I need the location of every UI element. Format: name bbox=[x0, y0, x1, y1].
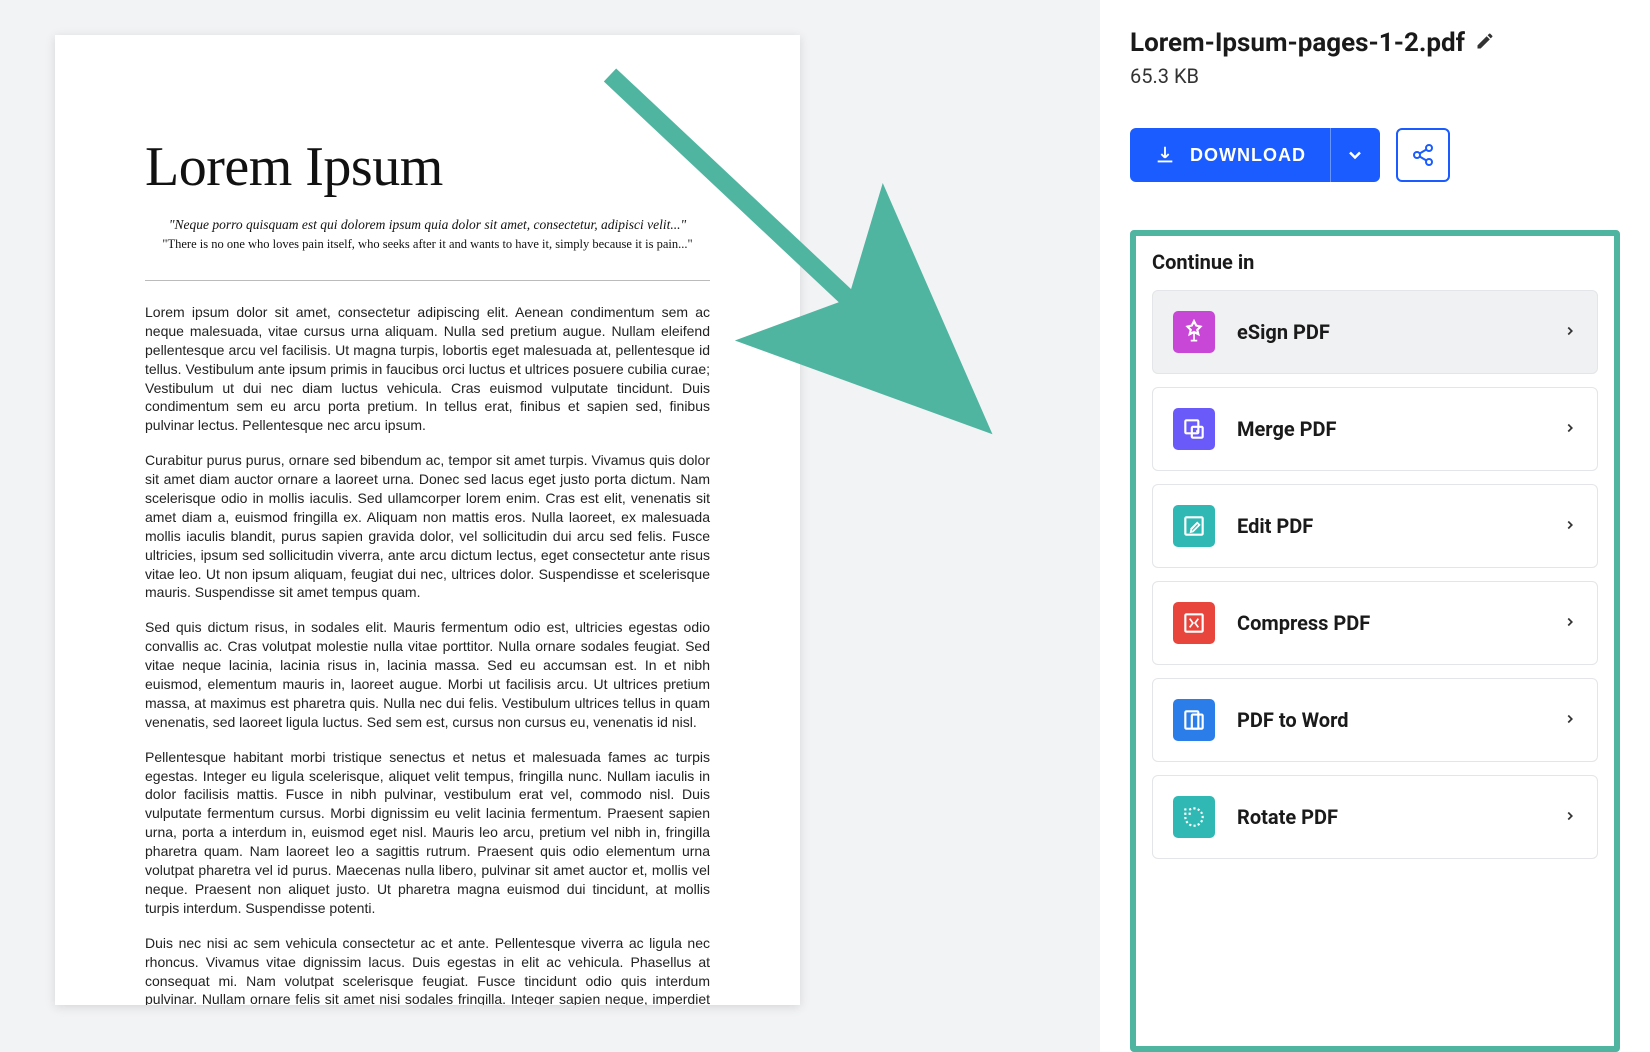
word-icon bbox=[1173, 699, 1215, 741]
file-size: 65.3 KB bbox=[1130, 64, 1620, 88]
action-button-row: DOWNLOAD bbox=[1130, 128, 1620, 182]
tool-list: eSign PDF Merge PDF Edit PDF bbox=[1152, 290, 1598, 859]
tool-label: eSign PDF bbox=[1237, 320, 1563, 344]
tool-item-compress-pdf[interactable]: Compress PDF bbox=[1152, 581, 1598, 665]
file-header: Lorem-Ipsum-pages-1-2.pdf bbox=[1130, 28, 1620, 58]
tool-label: Rotate PDF bbox=[1237, 805, 1563, 829]
document-page: Lorem Ipsum "Neque porro quisquam est qu… bbox=[55, 35, 800, 1005]
tool-label: Edit PDF bbox=[1237, 514, 1563, 538]
tool-item-pdf-to-word[interactable]: PDF to Word bbox=[1152, 678, 1598, 762]
chevron-right-icon bbox=[1563, 323, 1577, 342]
continue-in-panel: Continue in eSign PDF Merge PDF bbox=[1130, 230, 1620, 1052]
tool-item-esign-pdf[interactable]: eSign PDF bbox=[1152, 290, 1598, 374]
tool-label: PDF to Word bbox=[1237, 708, 1563, 732]
download-button[interactable]: DOWNLOAD bbox=[1130, 128, 1330, 182]
download-button-group: DOWNLOAD bbox=[1130, 128, 1380, 182]
file-name: Lorem-Ipsum-pages-1-2.pdf bbox=[1130, 28, 1465, 58]
share-icon bbox=[1411, 143, 1435, 167]
tool-label: Merge PDF bbox=[1237, 417, 1563, 441]
rotate-icon bbox=[1173, 796, 1215, 838]
edit-filename-icon[interactable] bbox=[1475, 31, 1495, 55]
chevron-right-icon bbox=[1563, 517, 1577, 536]
document-paragraph: Lorem ipsum dolor sit amet, consectetur … bbox=[145, 303, 710, 435]
chevron-right-icon bbox=[1563, 711, 1577, 730]
share-button[interactable] bbox=[1396, 128, 1450, 182]
document-divider bbox=[145, 280, 710, 281]
document-paragraph: Curabitur purus purus, ornare sed bibend… bbox=[145, 451, 710, 602]
compress-icon bbox=[1173, 602, 1215, 644]
merge-icon bbox=[1173, 408, 1215, 450]
chevron-right-icon bbox=[1563, 808, 1577, 827]
document-preview-pane: Lorem Ipsum "Neque porro quisquam est qu… bbox=[0, 0, 1100, 1052]
document-subtitle-2: "There is no one who loves pain itself, … bbox=[145, 237, 710, 252]
download-label: DOWNLOAD bbox=[1190, 145, 1306, 166]
document-paragraph: Sed quis dictum risus, in sodales elit. … bbox=[145, 618, 710, 731]
document-body: Lorem ipsum dolor sit amet, consectetur … bbox=[145, 303, 710, 1005]
tool-label: Compress PDF bbox=[1237, 611, 1563, 635]
document-paragraph: Pellentesque habitant morbi tristique se… bbox=[145, 748, 710, 918]
chevron-right-icon bbox=[1563, 420, 1577, 439]
tool-item-merge-pdf[interactable]: Merge PDF bbox=[1152, 387, 1598, 471]
edit-icon bbox=[1173, 505, 1215, 547]
download-icon bbox=[1154, 144, 1176, 166]
chevron-down-icon bbox=[1345, 145, 1365, 165]
tool-item-rotate-pdf[interactable]: Rotate PDF bbox=[1152, 775, 1598, 859]
continue-in-title: Continue in bbox=[1152, 250, 1598, 274]
esign-icon bbox=[1173, 311, 1215, 353]
document-paragraph: Duis nec nisi ac sem vehicula consectetu… bbox=[145, 934, 710, 1005]
download-options-button[interactable] bbox=[1330, 128, 1380, 182]
chevron-right-icon bbox=[1563, 614, 1577, 633]
tool-item-edit-pdf[interactable]: Edit PDF bbox=[1152, 484, 1598, 568]
document-title: Lorem Ipsum bbox=[145, 135, 710, 199]
document-subtitle-1: "Neque porro quisquam est qui dolorem ip… bbox=[145, 217, 710, 233]
sidebar-panel: Lorem-Ipsum-pages-1-2.pdf 65.3 KB DOWNLO… bbox=[1100, 0, 1650, 1052]
